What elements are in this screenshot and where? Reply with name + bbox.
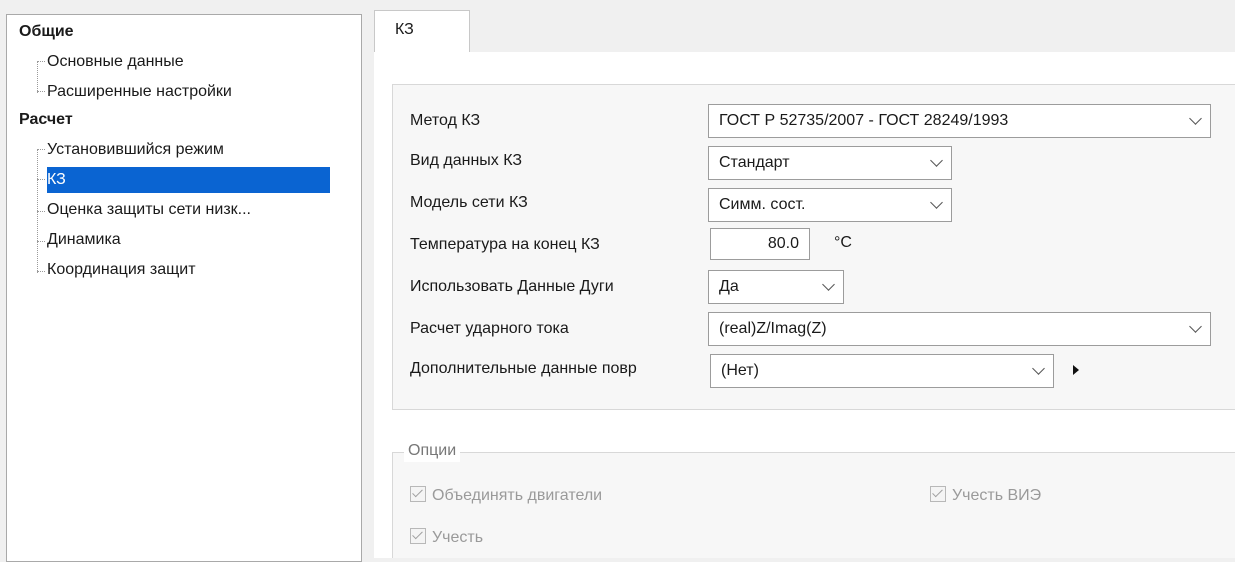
method-label: Метод КЗ bbox=[410, 112, 481, 129]
merge-motors-checkbox[interactable]: Объединять двигатели bbox=[410, 486, 602, 506]
tree-item-steady-state[interactable]: Установившийся режим bbox=[47, 139, 224, 161]
expand-arrow-icon[interactable] bbox=[1073, 365, 1079, 375]
checkmark-icon bbox=[930, 486, 946, 502]
tree-connector bbox=[37, 91, 45, 92]
tree-item-dynamics[interactable]: Динамика bbox=[47, 229, 121, 251]
tree-item-short-circuit[interactable]: КЗ bbox=[47, 167, 330, 193]
tree-item-lv-protection[interactable]: Оценка защиты сети низк... bbox=[47, 199, 251, 221]
peak-current-value: (real)Z/Imag(Z) bbox=[719, 320, 827, 337]
temperature-unit: °C bbox=[834, 234, 852, 251]
tree-group-calculation[interactable]: Расчет bbox=[19, 109, 73, 131]
chevron-down-icon bbox=[930, 154, 943, 167]
chevron-down-icon bbox=[930, 196, 943, 209]
temperature-label: Температура на конец КЗ bbox=[410, 236, 600, 253]
tree-connector bbox=[37, 149, 45, 150]
account-res-checkbox[interactable]: Учесть ВИЭ bbox=[930, 486, 1041, 506]
chevron-down-icon bbox=[1032, 362, 1045, 375]
data-type-label: Вид данных КЗ bbox=[410, 152, 523, 169]
tree-connector bbox=[37, 271, 45, 272]
chevron-down-icon bbox=[822, 278, 835, 291]
network-model-select[interactable]: Симм. сост. bbox=[708, 188, 952, 222]
peak-current-label: Расчет ударного тока bbox=[410, 320, 569, 337]
arc-data-value: Да bbox=[719, 278, 739, 295]
tree-item-protection-coordination[interactable]: Координация защит bbox=[47, 259, 196, 281]
tree-connector bbox=[37, 211, 45, 212]
tab-strip: КЗ bbox=[374, 10, 1235, 53]
tree-item-advanced-settings[interactable]: Расширенные настройки bbox=[47, 81, 232, 103]
settings-tree: Общие Основные данные Расширенные настро… bbox=[6, 14, 362, 562]
account-res-label: Учесть ВИЭ bbox=[952, 487, 1042, 504]
options-title: Опции bbox=[404, 440, 461, 462]
account-label: Учесть bbox=[432, 529, 484, 546]
extra-fault-label: Дополнительные данные повр bbox=[410, 360, 637, 377]
extra-fault-select[interactable]: (Нет) bbox=[710, 354, 1054, 388]
network-model-label: Модель сети КЗ bbox=[410, 194, 528, 211]
tree-item-main-data[interactable]: Основные данные bbox=[47, 51, 184, 73]
data-type-select[interactable]: Стандарт bbox=[708, 146, 952, 180]
merge-motors-label: Объединять двигатели bbox=[432, 487, 603, 504]
network-model-value: Симм. сост. bbox=[719, 196, 806, 213]
tree-connector bbox=[37, 241, 45, 242]
temperature-input[interactable]: 80.0 bbox=[710, 228, 810, 260]
tree-connector bbox=[37, 61, 45, 62]
account-checkbox[interactable]: Учесть bbox=[410, 528, 483, 548]
tab-short-circuit[interactable]: КЗ bbox=[374, 10, 470, 53]
method-value: ГОСТ Р 52735/2007 - ГОСТ 28249/1993 bbox=[719, 112, 1009, 129]
peak-current-select[interactable]: (real)Z/Imag(Z) bbox=[708, 312, 1211, 346]
data-type-value: Стандарт bbox=[719, 154, 790, 171]
tree-connector bbox=[37, 179, 45, 180]
checkmark-icon bbox=[410, 528, 426, 544]
tree-group-general[interactable]: Общие bbox=[19, 21, 74, 43]
chevron-down-icon bbox=[1189, 112, 1202, 125]
arc-data-label: Использовать Данные Дуги bbox=[410, 278, 614, 295]
tree-connector bbox=[37, 61, 38, 93]
chevron-down-icon bbox=[1189, 320, 1202, 333]
method-select[interactable]: ГОСТ Р 52735/2007 - ГОСТ 28249/1993 bbox=[708, 104, 1211, 138]
checkmark-icon bbox=[410, 486, 426, 502]
extra-fault-value: (Нет) bbox=[721, 362, 759, 379]
arc-data-select[interactable]: Да bbox=[708, 270, 844, 304]
